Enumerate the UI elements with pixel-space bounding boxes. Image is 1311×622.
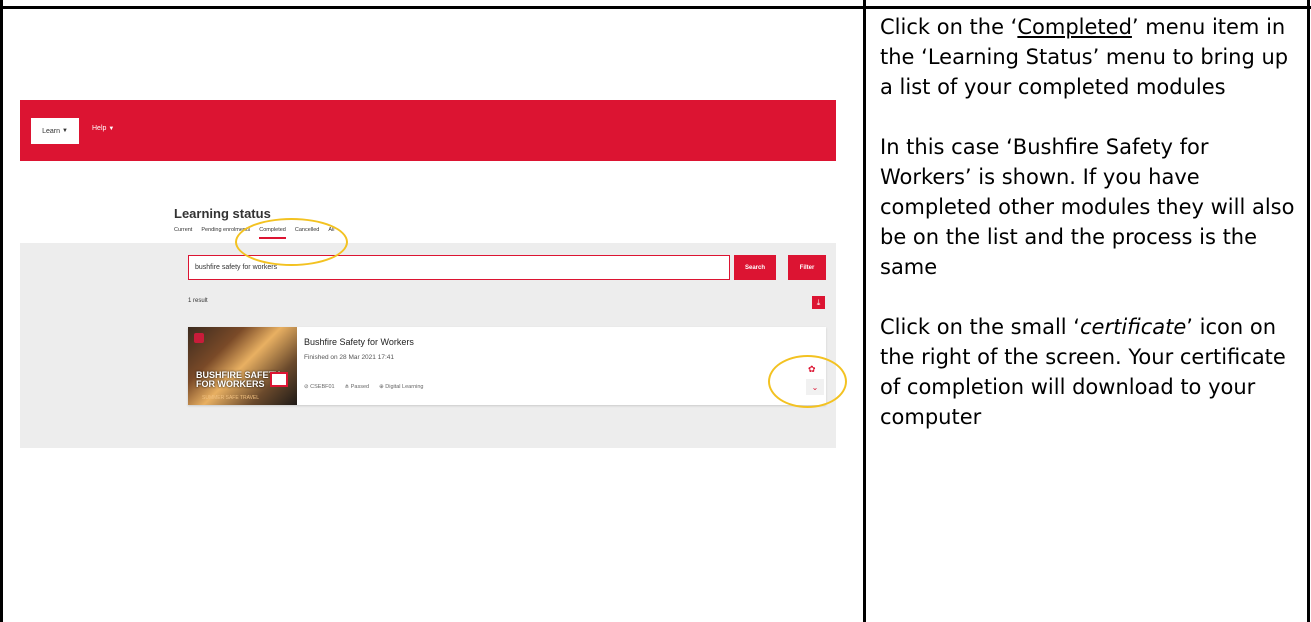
course-type: ⊕ Digital Learning (379, 384, 424, 390)
download-icon[interactable]: ⤓ (812, 296, 825, 309)
instruction-paragraph-3: Click on the small ‘certificate’ icon on… (880, 315, 1286, 429)
course-status: ⋔ Passed (344, 384, 370, 390)
table-left-border (0, 0, 3, 622)
learn-menu-button[interactable]: Learn ▼ (31, 118, 79, 144)
instruction-paragraph-1: Click on the ‘Completed’ menu item in th… (880, 15, 1289, 99)
completed-link-text: Completed (1017, 15, 1132, 39)
learn-menu-label: Learn (42, 127, 60, 135)
instructions-text: Click on the ‘Completed’ menu item in th… (880, 12, 1300, 462)
help-menu-label: Help (92, 125, 107, 132)
thumbnail-subtitle: SUMMER SAFE TRAVEL (202, 395, 260, 401)
instruction-table: Learn ▼ Help ▼ Learning status Current Pen… (0, 0, 1311, 622)
course-card[interactable]: BUSHFIRE SAFETY FOR WORKERS SUMMER SAFE … (188, 327, 826, 405)
course-code: ⊘ CSEBF01 (304, 384, 335, 390)
caret-down-icon: ▼ (108, 126, 115, 132)
course-finished-date: Finished on 28 Mar 2021 17:41 (304, 354, 394, 361)
table-right-border (1307, 0, 1310, 622)
table-column-divider (863, 0, 866, 622)
completed-tab-highlight (235, 218, 348, 266)
help-menu-button[interactable]: Help ▼ (92, 125, 114, 132)
brand-logo-icon (194, 333, 204, 343)
certificate-icon-highlight (768, 355, 847, 408)
module-icon (270, 372, 288, 387)
search-button[interactable]: Search (734, 255, 776, 280)
top-nav-bar: Learn ▼ Help ▼ (20, 100, 836, 161)
course-title[interactable]: Bushfire Safety for Workers (304, 337, 414, 347)
caret-down-icon: ▼ (61, 128, 68, 134)
app-screenshot: Learn ▼ Help ▼ Learning status Current Pen… (20, 100, 847, 448)
filter-button[interactable]: Filter (788, 255, 826, 280)
instruction-paragraph-2: In this case ‘Bushfire Safety for Worker… (880, 135, 1295, 279)
certificate-emphasis: certificate (1079, 315, 1187, 339)
course-thumbnail: BUSHFIRE SAFETY FOR WORKERS SUMMER SAFE … (188, 327, 297, 405)
page-title: Learning status (174, 206, 271, 221)
result-count: 1 result (188, 298, 208, 304)
table-top-border (0, 6, 1311, 9)
tab-current[interactable]: Current (174, 227, 192, 233)
course-meta: ⊘ CSEBF01 ⋔ Passed ⊕ Digital Learning (304, 384, 423, 390)
